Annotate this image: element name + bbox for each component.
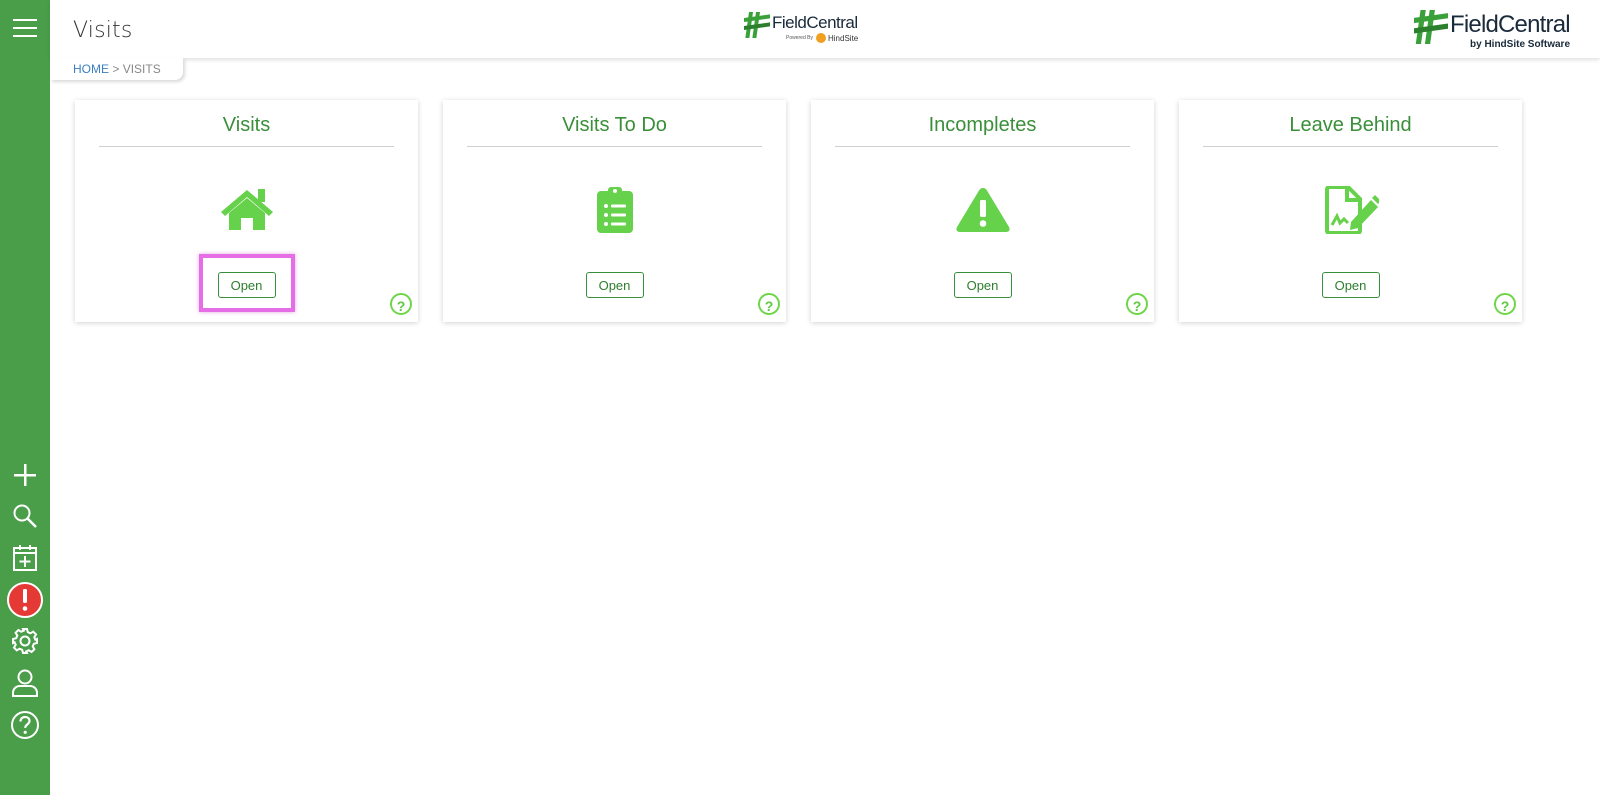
card-title: Incompletes [835,112,1130,147]
open-leave-behind-button[interactable]: Open [1321,272,1380,298]
page-title: Visits [73,18,133,43]
logo-brand-text: FieldCentral [772,13,858,32]
card-visits-to-do: Visits To Do Open ? [443,100,786,322]
card-leave-behind: Leave Behind Open ? [1179,100,1522,322]
breadcrumb-home-link[interactable]: HOME [73,62,109,76]
card-incompletes: Incompletes Open ? [811,100,1154,322]
fieldcentral-logo-center: FieldCentral Powered By HindSite [742,10,862,46]
card-title: Visits To Do [467,112,762,147]
sidebar [0,0,50,795]
help-icon[interactable] [5,705,45,745]
open-incompletes-button[interactable]: Open [953,272,1012,298]
logo-brand-text: FieldCentral [1450,11,1571,38]
help-button-leave-behind[interactable]: ? [1494,293,1516,315]
logo-hindsite-text: HindSite [828,34,859,43]
plus-icon[interactable] [5,455,45,495]
logo-mark-icon [744,12,770,38]
breadcrumb-separator: > [112,62,120,76]
card-title: Visits [99,112,394,147]
file-signature-icon [1324,186,1379,234]
card-title: Leave Behind [1203,112,1498,147]
open-visits-to-do-button[interactable]: Open [585,272,644,298]
warning-icon [955,188,1010,232]
open-visits-button[interactable]: Open [217,272,276,298]
search-icon[interactable] [5,496,45,536]
card-visits: Visits Open ? [75,100,418,322]
hindsite-badge-icon [816,33,826,43]
help-button-visits[interactable]: ? [390,293,412,315]
logo-mark-icon [1414,10,1448,44]
logo-powered-text: Powered By [786,35,813,41]
menu-icon[interactable] [5,8,45,48]
clipboard-list-icon [596,187,633,233]
breadcrumb-current: VISITS [122,62,161,76]
logo-by-text: by HindSite Software [1470,39,1571,50]
fieldcentral-logo-right: FieldCentral by HindSite Software [1412,8,1572,50]
home-icon [220,189,273,230]
gear-icon[interactable] [5,621,45,661]
help-button-incompletes[interactable]: ? [1126,293,1148,315]
help-button-visits-to-do[interactable]: ? [758,293,780,315]
alert-icon[interactable] [5,580,45,620]
breadcrumb: HOME > VISITS [50,58,183,80]
calendar-add-icon[interactable] [5,538,45,578]
user-icon[interactable] [5,663,45,703]
